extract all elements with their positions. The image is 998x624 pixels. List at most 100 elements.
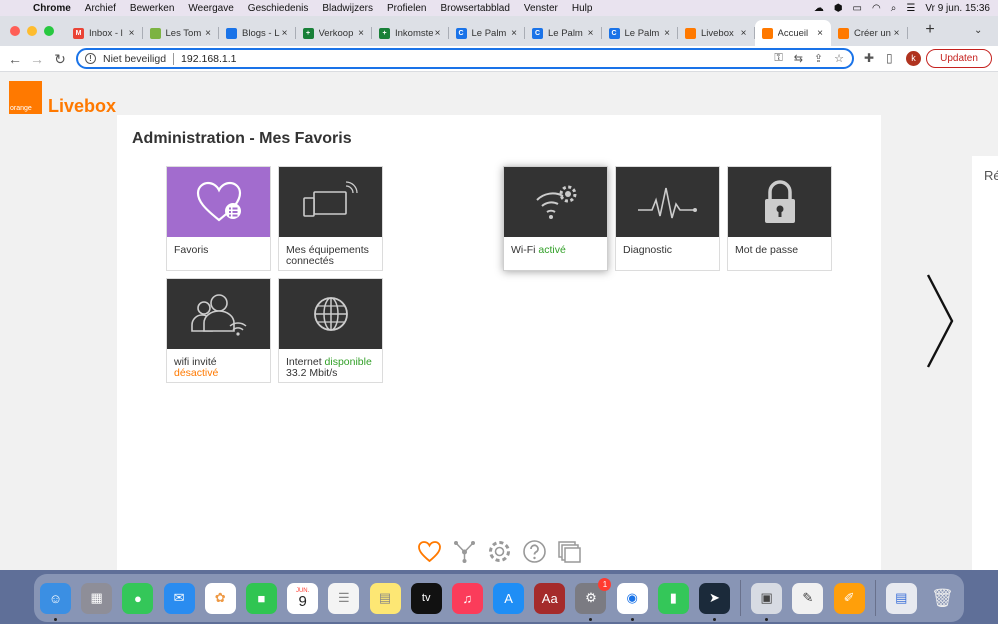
menu-bladwijzers[interactable]: Bladwijzers (315, 3, 380, 14)
close-window-button[interactable] (10, 26, 20, 36)
tile-diagnostic[interactable]: Diagnostic (615, 166, 720, 271)
extensions-puzzle-icon[interactable]: ✚ (864, 51, 874, 65)
launchpad-icon[interactable]: ▦ (81, 582, 113, 614)
menu-archief[interactable]: Archief (78, 3, 123, 14)
help-question-icon[interactable] (522, 539, 547, 564)
photos-icon[interactable]: ✿ (204, 582, 236, 614)
network-topology-icon[interactable] (452, 539, 477, 564)
spotlight-search-icon[interactable]: ⌕ (891, 3, 897, 14)
back-button[interactable]: ← (6, 49, 24, 69)
menu-venster[interactable]: Venster (517, 3, 565, 14)
forward-button[interactable]: → (28, 49, 46, 69)
reminders-icon[interactable]: ☰ (328, 582, 360, 614)
app-store-icon[interactable]: A (493, 582, 525, 614)
tab-search-chevron-icon[interactable]: ⌄ (974, 25, 982, 36)
url-text[interactable]: 192.168.1.1 (181, 53, 236, 65)
translate-icon[interactable]: ⇆ (794, 52, 803, 65)
settings-gear-icon[interactable] (487, 539, 512, 564)
update-button[interactable]: Updaten (926, 49, 992, 68)
not-secure-icon[interactable]: ! (85, 53, 96, 64)
menu-profielen[interactable]: Profielen (380, 3, 433, 14)
menu-bewerken[interactable]: Bewerken (123, 3, 181, 14)
browser-tab[interactable]: C Le Palm × (602, 20, 679, 46)
facetime-icon[interactable]: ■ (245, 582, 277, 614)
tab-close-icon[interactable]: × (509, 28, 519, 39)
profile-avatar[interactable]: k (906, 51, 921, 66)
mail-icon[interactable]: ✉ (163, 582, 195, 614)
browser-tab[interactable]: + Verkoop × (296, 20, 373, 46)
bookmark-star-icon[interactable]: ☆ (834, 52, 844, 65)
browser-tab[interactable]: M Inbox - l × (66, 20, 143, 46)
downloads-stack-icon[interactable]: ▤ (885, 582, 917, 614)
preview-icon[interactable]: ▣ (751, 582, 783, 621)
zoom-window-button[interactable] (44, 26, 54, 36)
vpn-app-icon[interactable]: ➤ (699, 582, 730, 621)
reload-button[interactable]: ↻ (51, 49, 69, 69)
tab-close-icon[interactable]: × (662, 28, 672, 39)
finder-icon[interactable]: ☺ (40, 582, 71, 621)
tile-wifi[interactable]: Wi-Fi activé (503, 166, 608, 271)
tab-title: Livebox (701, 27, 734, 39)
menu-geschiedenis[interactable]: Geschiedenis (241, 3, 316, 14)
tile-internet[interactable]: Internet disponible 33.2 Mbit/s (278, 278, 383, 383)
minimize-window-button[interactable] (27, 26, 37, 36)
livebox-brand[interactable]: Livebox (48, 96, 116, 117)
notes-icon[interactable]: ▤ (369, 582, 401, 614)
tab-close-icon[interactable]: × (203, 28, 213, 39)
tab-close-icon[interactable]: × (892, 28, 902, 39)
messages-icon[interactable]: ● (122, 582, 154, 614)
tile-favoris[interactable]: Favoris (166, 166, 271, 271)
tab-close-icon[interactable]: × (433, 28, 443, 39)
browser-tab[interactable]: + Inkomste × (372, 20, 449, 46)
tab-close-icon[interactable]: × (815, 28, 825, 39)
favorites-heart-icon[interactable] (417, 539, 442, 564)
shield-app-icon[interactable]: ⬢ (834, 3, 843, 14)
textedit-icon[interactable]: ✎ (792, 582, 824, 614)
next-arrow-icon[interactable] (924, 273, 956, 369)
system-settings-icon[interactable]: ⚙ 1 (575, 577, 612, 621)
menu-chrome[interactable]: Chrome (26, 3, 78, 14)
tile-guest-wifi[interactable]: wifi invité désactivé (166, 278, 271, 383)
new-tab-button[interactable]: + (920, 21, 940, 39)
apple-tv-icon[interactable]: tv (410, 582, 442, 614)
tile-connected-devices[interactable]: Mes équipements connectés (278, 166, 383, 271)
menu-weergave[interactable]: Weergave (181, 3, 240, 14)
orange-logo[interactable]: orange (9, 81, 42, 114)
menubar-clock[interactable]: Vr 9 jun. 15:36 (925, 3, 990, 14)
dictionary-icon[interactable]: Aa (534, 582, 566, 614)
security-label[interactable]: Niet beveiligd (103, 53, 166, 65)
tab-close-icon[interactable]: × (586, 28, 596, 39)
control-center-icon[interactable]: ☰ (906, 3, 915, 14)
browser-tab[interactable]: Accueil × (754, 20, 831, 46)
tab-close-icon[interactable]: × (739, 28, 749, 39)
tile-connected-devices-image (279, 167, 382, 237)
tile-password[interactable]: Mot de passe (727, 166, 832, 271)
tab-close-icon[interactable]: × (280, 28, 290, 39)
browser-tab[interactable]: C Le Palm × (525, 20, 602, 46)
battery-icon[interactable]: ▭ (853, 3, 862, 14)
globe-icon (313, 297, 348, 331)
numbers-icon[interactable]: ▮ (657, 582, 689, 614)
share-icon[interactable]: ⇪ (814, 52, 823, 65)
pages-icon[interactable]: ✐ (833, 582, 865, 614)
browser-tab[interactable]: Les Tom × (143, 20, 220, 46)
browser-tab[interactable]: Blogs - L × (219, 20, 296, 46)
trash-icon[interactable]: 🗑 (927, 583, 958, 614)
key-icon[interactable]: ⚿ (774, 52, 782, 65)
music-icon[interactable]: ♫ (451, 582, 483, 614)
calendar-icon[interactable]: JUN. 9 (287, 582, 319, 614)
browser-tab[interactable]: C Le Palm × (449, 20, 526, 46)
menu-hulp[interactable]: Hulp (565, 3, 600, 14)
next-page-card[interactable]: Ré (972, 156, 998, 570)
chrome-icon[interactable]: ◉ (616, 582, 648, 621)
cloud-icon[interactable]: ☁ (814, 3, 824, 14)
tab-close-icon[interactable]: × (356, 28, 366, 39)
browser-tab[interactable]: Créer un × (831, 20, 908, 46)
windows-stack-icon[interactable] (557, 539, 582, 564)
address-bar[interactable]: ! Niet beveiligd 192.168.1.1 ⚿ ⇆ ⇪ ☆ (76, 48, 854, 69)
browser-tab[interactable]: Livebox × (678, 20, 755, 46)
wifi-icon[interactable]: ◠ (872, 3, 881, 14)
tab-close-icon[interactable]: × (127, 28, 137, 39)
menu-browsertabblad[interactable]: Browsertabblad (433, 3, 516, 14)
side-panel-icon[interactable]: ▯ (886, 51, 893, 65)
